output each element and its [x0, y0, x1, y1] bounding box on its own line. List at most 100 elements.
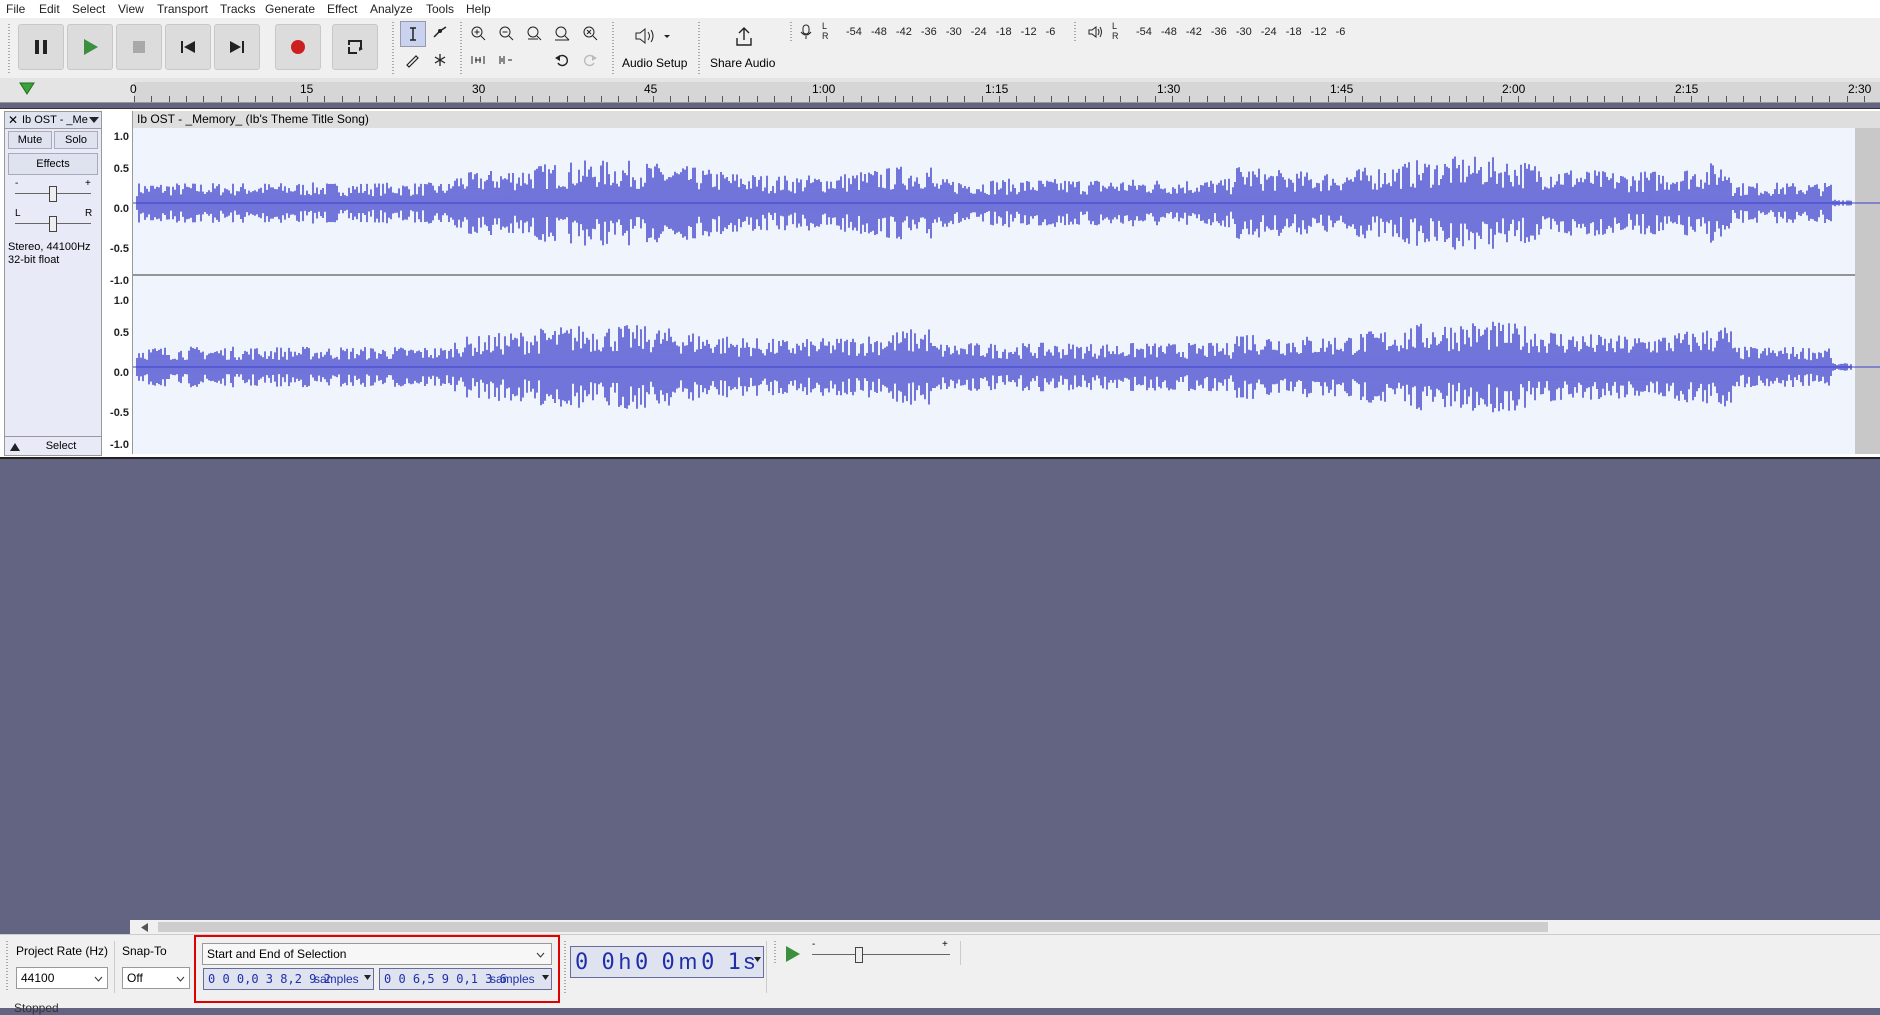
- trim-outside-button[interactable]: [466, 48, 490, 72]
- ruler-label-2-00: 2:00: [1502, 82, 1526, 96]
- share-grip[interactable]: [698, 22, 700, 74]
- menu-transport[interactable]: Transport: [157, 2, 208, 16]
- ruler-tick: [1431, 96, 1432, 102]
- clip-title[interactable]: Ib OST - _Memory_ (Ib's Theme Title Song…: [133, 111, 1880, 128]
- pan-slider[interactable]: [49, 216, 57, 232]
- redo-button[interactable]: [578, 48, 602, 72]
- effects-button[interactable]: Effects: [8, 153, 98, 175]
- scrollbar-thumb[interactable]: [158, 922, 1548, 932]
- toolbar-grip[interactable]: [8, 24, 10, 74]
- gain-slider[interactable]: [49, 186, 57, 202]
- multi-tool[interactable]: [428, 48, 452, 72]
- fit-project-button[interactable]: [550, 21, 574, 45]
- format-dropdown-icon[interactable]: [364, 975, 371, 981]
- divider: [114, 941, 115, 993]
- collapse-track-icon[interactable]: [10, 443, 20, 451]
- pin-playhead-icon[interactable]: [18, 80, 36, 96]
- recording-meter[interactable]: -54 -48 -42 -36 -30 -24 -18 -12 -6: [832, 22, 1062, 42]
- ruler-tick: [186, 96, 187, 102]
- ruler-tick: [238, 96, 239, 102]
- time-format-dropdown-icon[interactable]: [754, 957, 761, 963]
- vruler-bottom-0: 0.0: [113, 367, 129, 379]
- vertical-ruler[interactable]: 1.0 0.5 0.0 -0.5 -1.0 1.0 0.5 0.0 -0.5 -…: [102, 111, 133, 454]
- play-at-speed-grip[interactable]: [774, 941, 776, 965]
- rate-grip[interactable]: [6, 941, 8, 991]
- ruler-tick: [774, 96, 775, 102]
- ruler-tick: [532, 96, 533, 102]
- skip-to-end-button[interactable]: [214, 24, 260, 70]
- play-meter-grip[interactable]: [1074, 22, 1076, 42]
- playback-speed-slider[interactable]: [855, 947, 863, 963]
- menu-edit[interactable]: Edit: [39, 2, 60, 16]
- menu-view[interactable]: View: [118, 2, 144, 16]
- ruler-label-1-15: 1:15: [985, 82, 1009, 96]
- menu-analyze[interactable]: Analyze: [370, 2, 413, 16]
- select-track-button[interactable]: Select: [25, 438, 97, 454]
- menu-select[interactable]: Select: [72, 2, 105, 16]
- track-name-menu[interactable]: Ib OST - _Me: [22, 112, 88, 128]
- ruler-tick: [843, 96, 844, 102]
- pause-button[interactable]: [18, 24, 64, 70]
- silence-selection-button[interactable]: [494, 48, 518, 72]
- rec-meter-grip[interactable]: [790, 22, 792, 42]
- menu-file[interactable]: File: [6, 2, 25, 16]
- play-at-speed-button[interactable]: [782, 944, 802, 964]
- share-audio-label: Share Audio: [710, 56, 776, 70]
- play-button[interactable]: [67, 24, 113, 70]
- selection-mode-combo[interactable]: Start and End of Selection: [202, 943, 552, 965]
- waveform-area[interactable]: [133, 111, 1880, 454]
- audio-setup-button[interactable]: Audio Setup: [618, 22, 690, 74]
- menu-generate[interactable]: Generate: [265, 2, 315, 16]
- track-bottom-bar: Select: [5, 436, 101, 456]
- menu-effect[interactable]: Effect: [327, 2, 357, 16]
- draw-tool[interactable]: [400, 48, 424, 72]
- scroll-left-icon[interactable]: [140, 923, 148, 932]
- snap-to-label: Snap-To: [122, 944, 167, 958]
- track-menu-dropdown-icon[interactable]: [89, 117, 99, 123]
- loop-button[interactable]: [332, 24, 378, 70]
- ruler-tick: [359, 96, 360, 102]
- close-track-icon[interactable]: ✕: [8, 112, 18, 128]
- project-rate-combo[interactable]: 44100: [16, 967, 108, 989]
- selection-end-field[interactable]: 0 0 6,5 9 0,1 3 6 samples: [379, 968, 552, 990]
- solo-button[interactable]: Solo: [54, 131, 98, 149]
- selection-start-unit: samples: [314, 972, 359, 986]
- record-button[interactable]: [275, 24, 321, 70]
- fit-selection-button[interactable]: [522, 21, 546, 45]
- zoom-toggle-button[interactable]: [578, 21, 602, 45]
- time-display[interactable]: 0 0h0 0m0 1s: [570, 946, 764, 978]
- tools-grip[interactable]: [392, 22, 394, 74]
- zoom-out-button[interactable]: [494, 21, 518, 45]
- skip-to-start-button[interactable]: [165, 24, 211, 70]
- ruler-label-30: 30: [472, 82, 486, 96]
- playback-meter[interactable]: -54 -48 -42 -36 -30 -24 -18 -12 -6: [1122, 22, 1352, 42]
- time-hours: 0 0: [575, 950, 615, 975]
- selection-tool[interactable]: [400, 21, 426, 47]
- format-dropdown-icon[interactable]: [542, 975, 549, 981]
- menu-tracks[interactable]: Tracks: [220, 2, 256, 16]
- timeline-ruler[interactable]: 0 15 30 45 1:00 1:15 1:30 1:45 2:00 2:15…: [0, 78, 1880, 103]
- vruler-bottom-neg1: -1.0: [110, 439, 129, 451]
- stop-icon: [133, 41, 145, 53]
- horizontal-scrollbar[interactable]: [130, 920, 1880, 934]
- ruler-tick: [653, 96, 654, 102]
- envelope-tool[interactable]: [428, 21, 452, 45]
- track-control-panel[interactable]: ✕ Ib OST - _Me Mute Solo Effects - + L R…: [4, 111, 102, 456]
- time-grip[interactable]: [564, 941, 566, 993]
- menu-help[interactable]: Help: [466, 2, 491, 16]
- zoom-in-button[interactable]: [466, 21, 490, 45]
- stop-button[interactable]: [116, 24, 162, 70]
- undo-button[interactable]: [550, 48, 574, 72]
- selection-start-field[interactable]: 0 0 0,0 3 8,2 9 2 samples: [203, 968, 374, 990]
- mute-button[interactable]: Mute: [8, 131, 52, 149]
- audio-setup-grip[interactable]: [612, 22, 614, 74]
- snap-to-combo[interactable]: Off: [122, 967, 190, 989]
- pan-left-label: L: [15, 208, 21, 219]
- share-audio-button[interactable]: Share Audio: [706, 22, 782, 74]
- menu-tools[interactable]: Tools: [426, 2, 454, 16]
- vruler-top-neg05: -0.5: [110, 243, 129, 255]
- skip-start-icon: [181, 41, 195, 53]
- microphone-icon[interactable]: [798, 24, 814, 40]
- edit-grip[interactable]: [460, 22, 462, 74]
- speaker-icon[interactable]: [1088, 24, 1104, 40]
